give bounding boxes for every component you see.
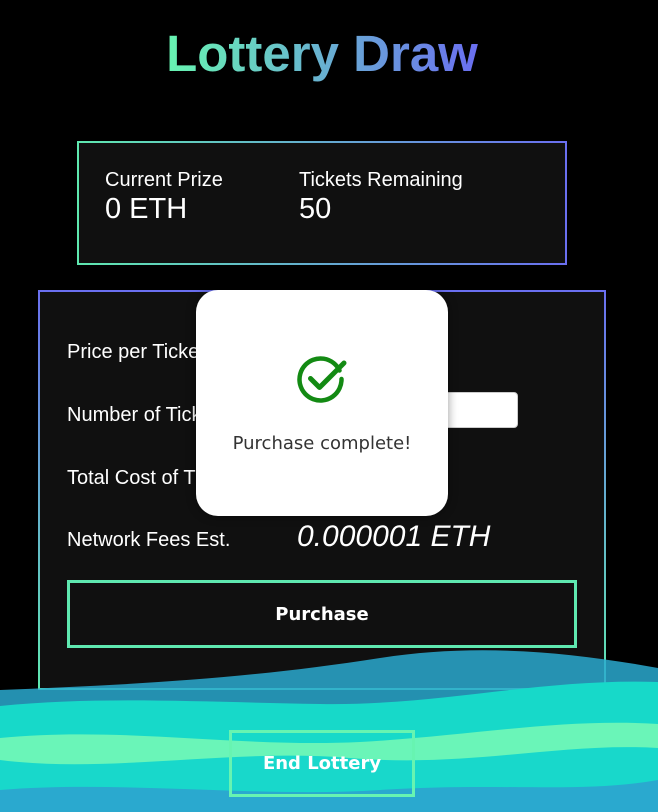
total-cost-label: Total Cost of T [67, 467, 196, 489]
purchase-complete-dialog: Purchase complete! [196, 290, 448, 516]
tickets-remaining-label: Tickets Remaining [299, 169, 463, 191]
end-lottery-button[interactable]: End Lottery [229, 730, 415, 797]
price-per-ticket-label: Price per Ticke [67, 341, 200, 363]
current-prize-label: Current Prize [105, 169, 223, 191]
tickets-remaining-value: 50 [299, 193, 332, 225]
current-prize-value: 0 ETH [105, 193, 188, 225]
stats-panel: Current Prize 0 ETH Tickets Remaining 50 [77, 141, 567, 265]
number-of-tickets-label: Number of Tick [67, 404, 202, 426]
network-fees-value: 0.000001 ETH [297, 520, 491, 553]
page-title: Lottery Draw [0, 22, 644, 86]
purchase-complete-message: Purchase complete! [232, 433, 412, 454]
network-fees-label: Network Fees Est. [67, 529, 231, 551]
check-circle-icon [297, 356, 347, 403]
current-prize-stat: Current Prize 0 ETH [105, 168, 223, 226]
tickets-remaining-stat: Tickets Remaining 50 [299, 168, 463, 226]
